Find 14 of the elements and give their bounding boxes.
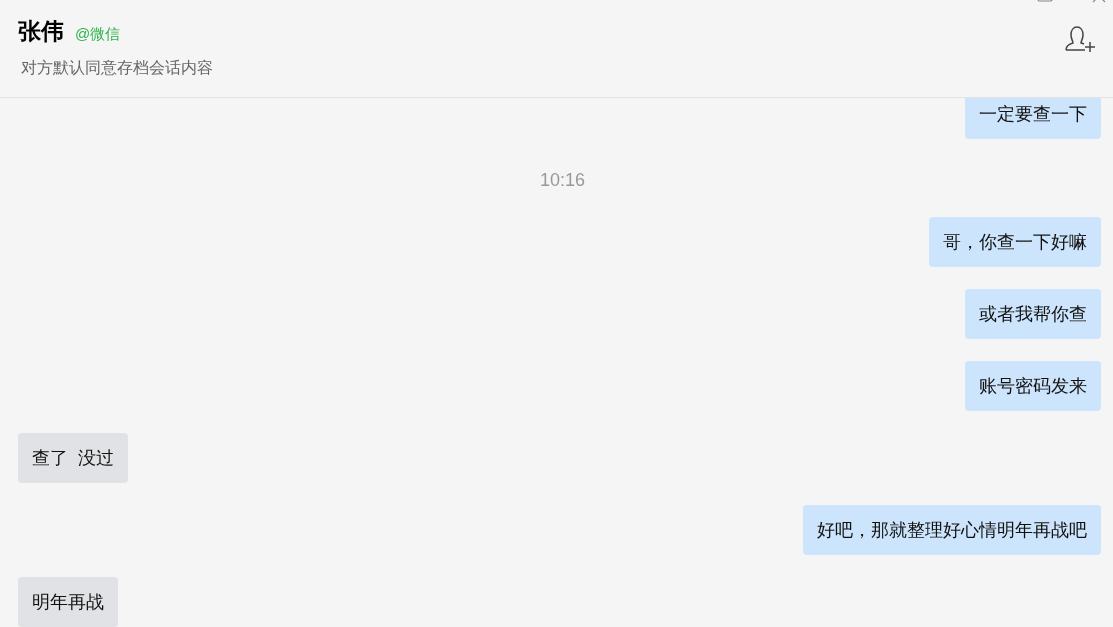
message-bubble: 账号密码发来 [965, 361, 1101, 411]
message-bubble: 好吧，那就整理好心情明年再战吧 [803, 505, 1101, 555]
message-bubble: 哥，你查一下好嘛 [929, 217, 1101, 267]
maximize-icon[interactable] [1037, 0, 1053, 3]
archive-notice: 对方默认同意存档会话内容 [21, 58, 213, 78]
contact-name: 张伟 [18, 17, 64, 46]
close-icon[interactable] [1092, 0, 1106, 3]
message-bubble: 一定要查一下 [965, 98, 1101, 139]
message-bubble: 明年再战 [18, 577, 118, 627]
message-time: 10:16 [539, 169, 585, 192]
message-bubble: 或者我帮你查 [965, 289, 1101, 339]
contact-source: @微信 [75, 25, 121, 44]
message-bubble: 查了 没过 [18, 433, 128, 483]
add-contact-icon[interactable] [1064, 25, 1096, 52]
